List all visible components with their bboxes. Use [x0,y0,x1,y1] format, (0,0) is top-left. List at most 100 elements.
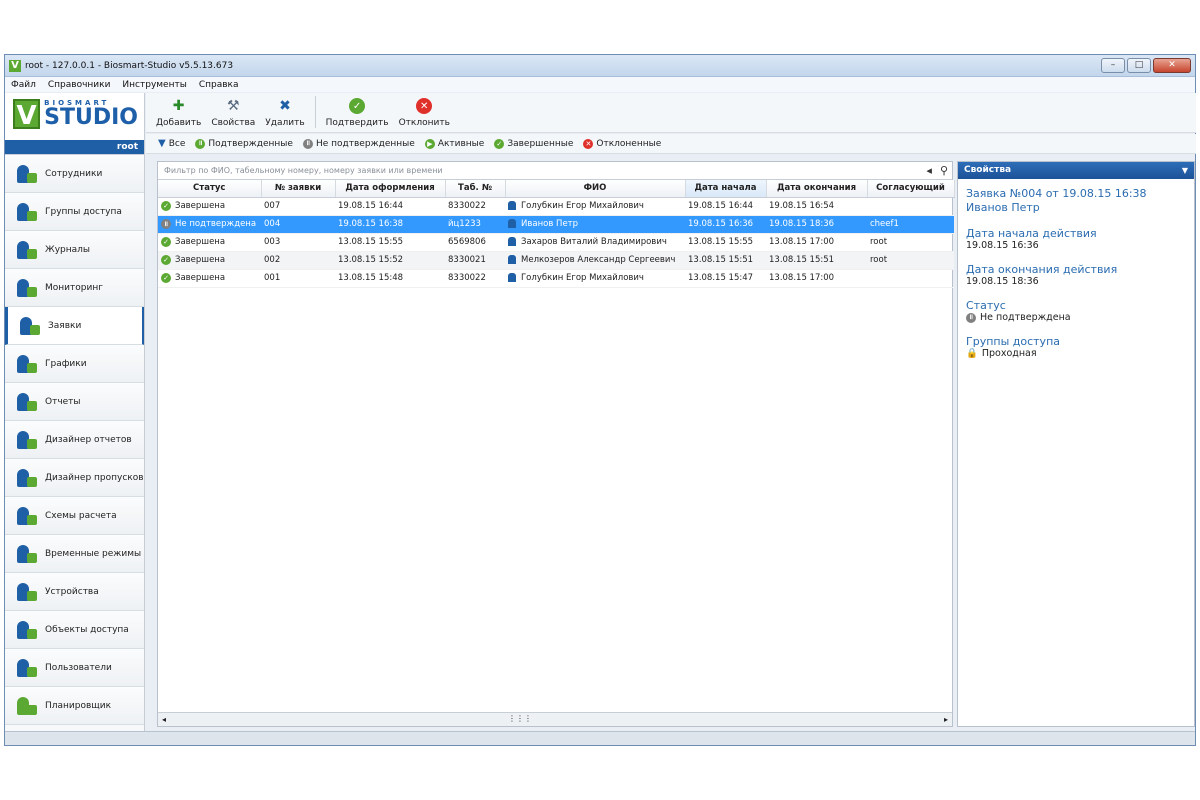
status-text: Завершена [175,237,226,247]
search-icon[interactable]: ⚲ [940,164,948,177]
fio-cell: Мелкозеров Александр Сергеевич [505,251,685,270]
sidebar-item-label: Графики [45,358,87,369]
sidebar-item-employees[interactable]: Сотрудники [5,155,144,193]
approver-cell [867,269,954,288]
start-cell: 13.08.15 15:47 [685,269,766,288]
delete-button[interactable]: ✖ Удалить [265,97,304,128]
add-button[interactable]: ✚ Добавить [156,97,201,128]
reject-button[interactable]: ✕ Отклонить [399,97,450,128]
completed-icon: ✓ [161,201,171,211]
properties-button[interactable]: ⚒ Свойства [211,97,255,128]
status-cell: ✓ Завершена [158,197,261,216]
confirm-button[interactable]: ✓ Подтвердить [326,97,389,128]
status-label: Статус [966,299,1006,312]
tab-cell: 8330022 [445,197,505,216]
sidebar-item-reports[interactable]: Отчеты [5,383,144,421]
column-header[interactable]: Дата оформления [335,180,446,198]
table-row[interactable]: ॥ Не подтверждена 004 19.08.15 16:38 йц1233 И… [158,215,954,234]
reject-icon: ✕ [415,97,433,115]
groups-value-row: 🔒 Проходная [966,348,1186,359]
scroll-right-icon[interactable]: ▸ [944,715,948,724]
sidebar-item-schedules[interactable]: Графики [5,345,144,383]
menu-help[interactable]: Справка [199,80,239,90]
tab-cell: 8330021 [445,251,505,270]
menu-tools[interactable]: Инструменты [122,80,186,90]
created-cell: 13.08.15 15:48 [335,269,445,288]
clear-search-icon[interactable]: ◂ [926,164,932,177]
menu-file[interactable]: Файл [11,80,36,90]
person-icon [508,219,516,228]
column-header[interactable]: Дата начала [685,180,767,198]
sidebar-item-access-objects[interactable]: Объекты доступа [5,611,144,649]
close-button[interactable]: ✕ [1153,58,1191,73]
person-icon [508,255,516,264]
approver-cell: root [867,251,954,270]
column-header[interactable]: Статус [158,180,262,198]
access-objects-icon [15,619,39,641]
column-header[interactable]: Согласующий [867,180,955,198]
sidebar-item-pass-designer[interactable]: Дизайнер пропусков [5,459,144,497]
table-row[interactable]: ✓ Завершена 001 13.08.15 15:48 8330022 Голубк… [158,269,954,288]
scroll-left-icon[interactable]: ◂ [162,715,166,724]
sidebar-item-calc-schemes[interactable]: Схемы расчета [5,497,144,535]
column-header[interactable]: ФИО [505,180,686,198]
maximize-button[interactable]: □ [1127,58,1151,73]
sidebar-item-devices[interactable]: Устройства [5,573,144,611]
end-cell: 19.08.15 16:54 [766,197,867,216]
groups-value: Проходная [981,348,1037,359]
sidebar-item-label: Пользователи [45,662,112,673]
sidebar-item-users[interactable]: Пользователи [5,649,144,687]
properties-header[interactable]: Свойства ▼ [958,162,1194,179]
minimize-button[interactable]: – [1101,58,1125,73]
filter-unconfirmed-label: Не подтвержденные [315,138,415,149]
delete-label: Удалить [265,118,305,128]
sidebar-item-report-designer[interactable]: Дизайнер отчетов [5,421,144,459]
num-cell: 007 [261,197,335,216]
sidebar-item-monitoring[interactable]: Мониторинг [5,269,144,307]
table-row[interactable]: ✓ Завершена 003 13.08.15 15:55 6569806 Захаро… [158,233,954,252]
filter-active[interactable]: ▶ Активные [424,138,484,149]
num-cell: 003 [261,233,335,252]
sidebar-item-label: Отчеты [45,396,81,407]
menu-directories[interactable]: Справочники [48,80,111,90]
filter-unconfirmed[interactable]: ॥ Не подтвержденные [302,138,415,149]
sidebar-item-label: Сотрудники [45,168,103,179]
sidebar-item-access-groups[interactable]: Группы доступа [5,193,144,231]
sidebar-item-requests[interactable]: Заявки [5,307,144,345]
table-row[interactable]: ✓ Завершена 007 19.08.15 16:44 8330022 Голубк… [158,197,954,216]
filter-rejected[interactable]: ✕ Отклоненные [583,138,661,149]
filter-confirmed[interactable]: ॥ Подтвержденные [195,138,293,149]
created-cell: 19.08.15 16:44 [335,197,445,216]
sidebar-item-label: Журналы [45,244,90,255]
fio-cell: Иванов Петр [505,215,685,234]
approver-cell [867,197,954,216]
search-input[interactable]: Фильтр по ФИО, табельному номеру, номеру… [158,162,952,180]
column-header[interactable]: Дата окончания [766,180,868,198]
properties-label: Свойства [211,118,256,128]
fio-text: Мелкозеров Александр Сергеевич [521,255,676,265]
sidebar-item-journals[interactable]: Журналы [5,231,144,269]
filter-all[interactable]: ▼ Все [158,138,185,149]
column-header[interactable]: Таб. № [445,180,506,198]
requests-icon [18,315,42,337]
num-cell: 001 [261,269,335,288]
sidebar-item-label: Устройства [45,586,99,597]
properties-panel: Свойства ▼ Заявка №004 от 19.08.15 16:38… [957,161,1195,727]
funnel-icon: ▼ [158,138,166,149]
column-header[interactable]: № заявки [261,180,336,198]
toolbar: ✚ Добавить ⚒ Свойства ✖ Удалить ✓ Подтве… [146,93,1196,133]
fio-text: Голубкин Егор Михайлович [521,273,644,283]
scroll-grip-icon[interactable]: ⋮⋮⋮ [508,714,532,723]
completed-icon: ✓ [161,255,171,265]
filter-completed[interactable]: ✓ Завершенные [494,138,573,149]
biosmart-logo-icon: V [13,99,41,131]
collapse-icon[interactable]: ▼ [1182,162,1188,179]
status-value-row: ॥ Не подтверждена [966,312,1186,323]
horizontal-scrollbar[interactable]: ◂ ⋮⋮⋮ ▸ [158,712,952,726]
sidebar-item-label: Группы доступа [45,206,122,217]
sidebar-item-label: Планировщик [45,700,112,711]
sidebar-item-time-modes[interactable]: Временные режимы [5,535,144,573]
table-row[interactable]: ✓ Завершена 002 13.08.15 15:52 8330021 Мелкоз… [158,251,954,270]
sidebar-item-label: Временные режимы [45,548,142,559]
sidebar-item-scheduler[interactable]: Планировщик [5,687,144,725]
